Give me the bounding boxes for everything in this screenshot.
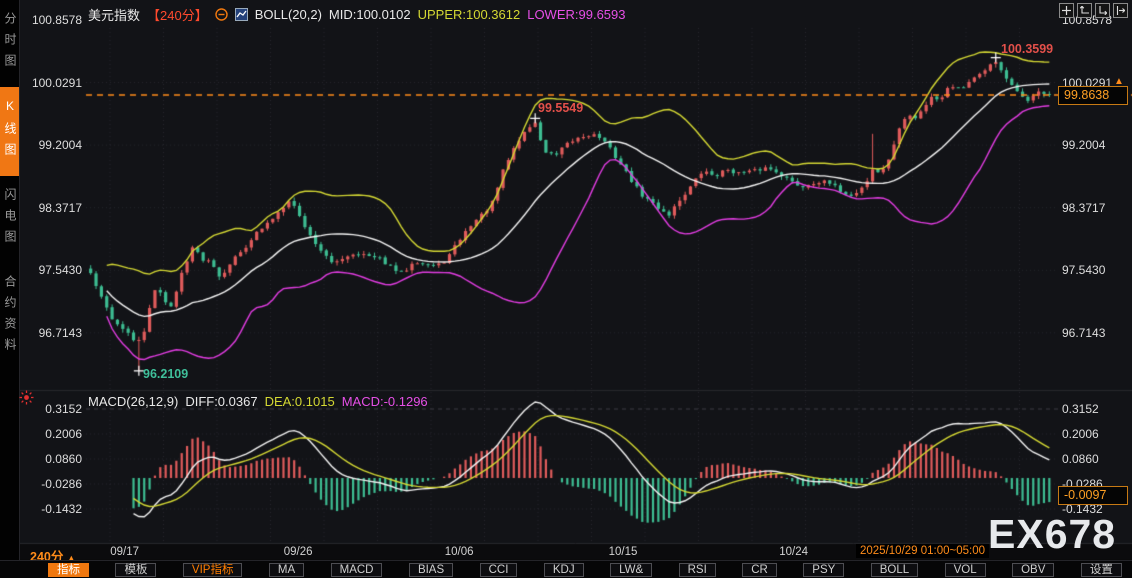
chart-type-sidebar: 分时图 K线图 闪电图 合约资料	[0, 0, 20, 578]
toolbar-button-OBV[interactable]: OBV	[1012, 562, 1055, 577]
toolbar-button-PSY[interactable]: PSY	[803, 562, 845, 577]
boll-mid-value: MID:100.0102	[328, 7, 411, 22]
macd-axis-label-left: 0.0860	[45, 452, 82, 466]
macd-axis-label-left: -0.0286	[41, 477, 82, 491]
price-axis-label-left: 97.5430	[38, 263, 82, 278]
y-axis-scale-icon[interactable]	[1077, 3, 1092, 18]
macd-axis-label-left: 0.2006	[45, 427, 82, 441]
toolbar-button-KDJ[interactable]: KDJ	[543, 562, 584, 577]
toolbar-button-MA[interactable]: MA	[268, 562, 305, 577]
toolbar-button-RSI[interactable]: RSI	[678, 562, 716, 577]
boll-lower-value: LOWER:99.6593	[527, 7, 626, 22]
trading-app-window: 分时图 K线图 闪电图 合约资料 美元指数 【240分】 BOLL(20,2) MID…	[0, 0, 1132, 578]
macd-axis-label-right: 0.3152	[1062, 402, 1099, 416]
alert-sun-icon[interactable]	[19, 390, 34, 405]
collapse-icon[interactable]	[215, 8, 228, 21]
toolbar-button-CR[interactable]: CR	[742, 562, 777, 577]
swing-high-annotation: 99.5549	[538, 101, 584, 115]
x-axis-date-label: 10/24	[779, 546, 809, 558]
brand-watermark: EX678	[988, 511, 1117, 557]
price-axis-label-right: 97.5430	[1062, 263, 1106, 278]
toolbar-button-设置[interactable]: 设置	[1080, 562, 1122, 577]
macd-diff-value: DIFF:0.0367	[185, 394, 258, 409]
macd-indicator-header: MACD(26,12,9) DIFF:0.0367 DEA:0.1015 MAC…	[88, 394, 428, 409]
period-low-annotation: 96.2109	[143, 367, 189, 381]
price-axis-label-left: 96.7143	[38, 325, 82, 340]
macd-axis-label-left: -0.1432	[41, 502, 82, 516]
sidebar-item-4[interactable]: 合约资料	[0, 263, 19, 371]
price-axis-label-left: 100.8578	[31, 13, 82, 27]
toolbar-button-BOLL[interactable]: BOLL	[870, 562, 919, 577]
pan-right-icon[interactable]	[1113, 3, 1128, 18]
boll-upper-value: UPPER:100.3612	[417, 7, 521, 22]
toolbar-button-指标[interactable]: 指标	[48, 562, 89, 577]
toolbar-button-BIAS[interactable]: BIAS	[408, 562, 454, 577]
price-chart-canvas[interactable]	[0, 0, 1132, 578]
period-tag[interactable]: 【240分】	[147, 5, 208, 24]
x-axis-date-label: 10/06	[444, 546, 474, 558]
macd-axis-label-right: 0.0860	[1062, 452, 1099, 466]
main-indicator-header: 美元指数 【240分】 BOLL(20,2) MID:100.0102 UPPE…	[88, 5, 626, 24]
x-axis-date-label: 10/15	[608, 546, 638, 558]
last-price-badge: 99.8638	[1058, 86, 1128, 105]
price-axis-label-left: 100.0291	[31, 75, 82, 90]
indicator-chart-icon[interactable]	[234, 8, 248, 21]
toolbar-button-模板[interactable]: 模板	[115, 562, 157, 577]
toolbar-button-CCI[interactable]: CCI	[479, 562, 518, 577]
crosshair-icon[interactable]	[1059, 3, 1074, 18]
macd-value-badge: -0.0097	[1058, 486, 1128, 505]
chart-toolbar-icons	[1059, 3, 1128, 18]
price-axis-label-right: 99.2004	[1062, 138, 1106, 153]
sidebar-item-3[interactable]: 闪电图	[0, 176, 19, 263]
symbol-name: 美元指数	[88, 8, 141, 23]
boll-label: BOLL(20,2)	[254, 7, 322, 22]
price-axis-label-left: 98.3717	[38, 200, 82, 215]
macd-label: MACD(26,12,9)	[88, 394, 179, 409]
sidebar-item-1[interactable]: 分时图	[0, 0, 19, 87]
price-axis-label-right: 96.7143	[1062, 325, 1106, 340]
x-axis-date-label: 09/17	[110, 546, 140, 558]
indicator-toolbar: 指标 模板 VIP指标 MA MACD BIAS CCI KDJ LW& RSI CR PSY BOLL…	[0, 560, 1132, 578]
toolbar-button-VIP指标[interactable]: VIP指标	[182, 562, 243, 577]
macd-bar-value: MACD:-0.1296	[341, 394, 428, 409]
x-axis-scale-icon[interactable]	[1095, 3, 1110, 18]
toolbar-button-VOL[interactable]: VOL	[944, 562, 986, 577]
sidebar-item-2[interactable]: K线图	[0, 87, 19, 176]
macd-axis-label-right: 0.2006	[1062, 427, 1099, 441]
price-axis-label-right: 98.3717	[1062, 200, 1106, 215]
period-high-annotation: 100.3599	[1001, 42, 1054, 56]
crosshair-time-badge: 2025/10/29 01:00~05:00	[856, 544, 990, 558]
price-axis-label-left: 99.2004	[38, 138, 82, 153]
x-axis-date-label: 09/26	[283, 546, 313, 558]
toolbar-button-LW&[interactable]: LW&	[610, 562, 653, 577]
toolbar-button-MACD[interactable]: MACD	[330, 562, 383, 577]
macd-dea-value: DEA:0.1015	[264, 394, 335, 409]
